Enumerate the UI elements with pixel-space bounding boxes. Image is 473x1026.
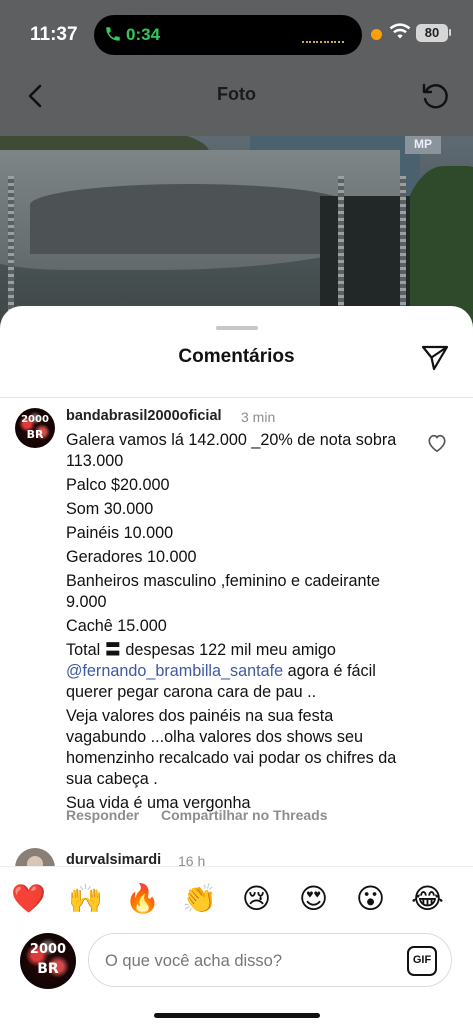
- sheet-grabber[interactable]: [216, 326, 258, 330]
- comment-input[interactable]: [103, 948, 393, 974]
- home-indicator: [154, 1013, 320, 1018]
- comment-total: Total 〓 despesas 122 mil meu amigo: [66, 641, 336, 659]
- share-threads-button[interactable]: Compartilhar no Threads: [161, 807, 327, 823]
- comment-line: Som 30.000: [66, 500, 154, 518]
- heart-icon[interactable]: [426, 433, 448, 453]
- comments-sheet: Comentários 2000 BR bandabrasil2000ofici…: [0, 306, 473, 1026]
- stage-truss: [8, 176, 14, 326]
- comment-line: Cachê 15.000: [66, 617, 167, 635]
- reaction-crying[interactable]: 😢: [228, 877, 285, 921]
- reaction-heart[interactable]: ❤️: [0, 877, 57, 921]
- reaction-clap[interactable]: 👏: [171, 877, 228, 921]
- reply-button[interactable]: Responder: [66, 807, 139, 823]
- divider: [0, 397, 473, 398]
- reaction-heart-eyes[interactable]: 😍: [285, 877, 342, 921]
- comment-line: Painéis 10.000: [66, 524, 174, 542]
- avatar-text: 2000: [29, 942, 67, 957]
- audio-waveform-icon: [302, 33, 346, 43]
- refresh-icon[interactable]: [419, 80, 451, 112]
- comment-text: Galera vamos lá 142.000 _20% de nota sob…: [66, 430, 416, 817]
- mention-link[interactable]: @fernando_brambilla_santafe: [66, 662, 283, 680]
- gif-button[interactable]: GIF: [407, 946, 437, 976]
- avatar[interactable]: 2000 BR: [15, 408, 55, 448]
- send-icon[interactable]: [420, 344, 450, 372]
- top-nav: Foto: [0, 70, 473, 136]
- reaction-laughing[interactable]: 😂: [399, 877, 456, 921]
- stage-roof-inner: [30, 184, 350, 254]
- comment-line: Total 〓 despesas 122 mil meu amigo @fern…: [66, 640, 416, 703]
- dynamic-island-call[interactable]: 0:34: [94, 15, 362, 55]
- quick-reactions: ❤️ 🙌 🔥 👏 😢 😍 😮 😂: [0, 877, 473, 921]
- reaction-raised-hands[interactable]: 🙌: [57, 877, 114, 921]
- stage-speaker: [320, 196, 410, 316]
- comment-line: Veja valores dos painéis na sua festa va…: [66, 707, 397, 788]
- user-avatar: 2000 BR: [20, 933, 76, 989]
- battery-level: 80: [424, 25, 440, 40]
- reaction-fire[interactable]: 🔥: [114, 877, 171, 921]
- comment-line: Galera vamos lá 142.000 _20% de nota sob…: [66, 431, 397, 470]
- comment-line: Geradores 10.000: [66, 548, 197, 566]
- comment-time: 3 min: [241, 409, 276, 425]
- avatar-text: 2000: [21, 414, 49, 425]
- comment-actions: Responder Compartilhar no Threads: [66, 807, 345, 823]
- comment-username[interactable]: bandabrasil2000oficial: [66, 408, 222, 424]
- comment-line: Palco $20.000: [66, 476, 170, 494]
- phone-icon: [106, 27, 120, 41]
- comment-input-box[interactable]: GIF: [88, 933, 452, 987]
- sheet-title: Comentários: [178, 346, 295, 367]
- status-time: 11:37: [30, 24, 78, 45]
- page-title: Foto: [217, 84, 256, 104]
- microphone-indicator-icon: [371, 29, 382, 40]
- wifi-icon: [389, 23, 411, 39]
- battery-icon: 80: [416, 24, 448, 42]
- call-timer: 0:34: [126, 25, 161, 44]
- comment-line: Banheiros masculino ,feminino e cadeiran…: [66, 572, 381, 611]
- battery-tip: [449, 29, 451, 36]
- status-bar: 11:37 0:34 80: [0, 0, 473, 70]
- stage-truss: [338, 176, 344, 326]
- stage-truss: [400, 176, 406, 326]
- reaction-surprised[interactable]: 😮: [342, 877, 399, 921]
- comment-composer: ❤️ 🙌 🔥 👏 😢 😍 😮 😂 2000 BR GIF: [0, 866, 473, 1026]
- avatar-text: BR: [26, 428, 44, 441]
- avatar-text: BR: [37, 961, 59, 977]
- photo-watermark: MP: [405, 136, 441, 154]
